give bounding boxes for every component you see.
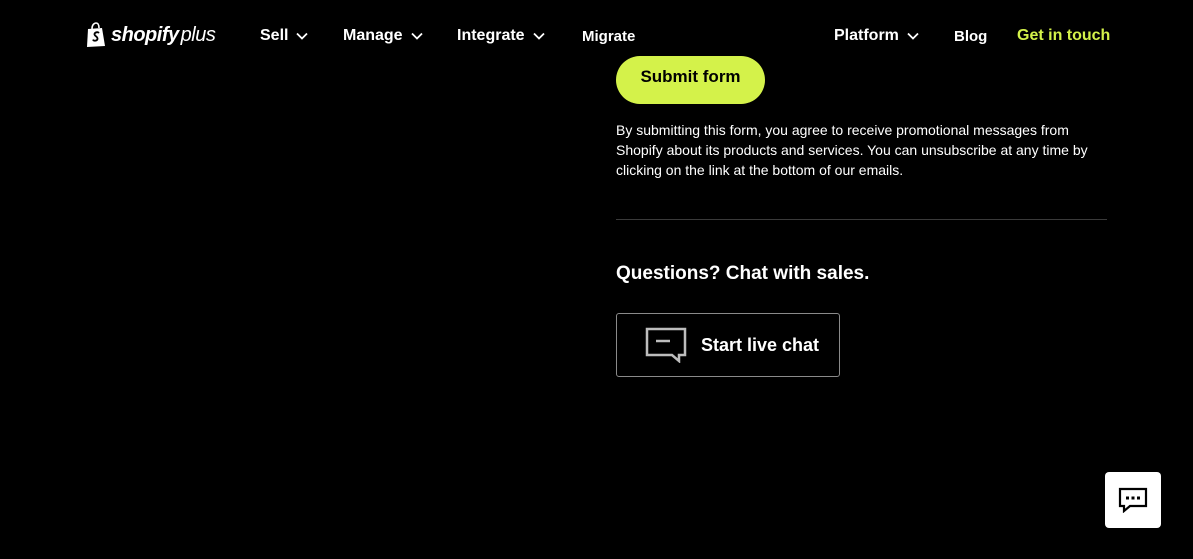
consent-disclaimer: By submitting this form, you agree to re… — [616, 122, 1088, 178]
shopify-bag-icon — [87, 22, 105, 47]
top-navigation: shopify plus Sell Manage Integrate Migra… — [0, 0, 1193, 72]
nav-sell-label: Sell — [260, 27, 289, 44]
nav-sell[interactable]: Sell — [260, 24, 309, 48]
chevron-down-icon — [410, 32, 423, 40]
nav-blog-label: Blog — [954, 27, 988, 45]
chevron-down-icon — [296, 32, 309, 40]
nav-migrate[interactable]: Migrate — [582, 24, 635, 48]
nav-blog[interactable]: Blog — [954, 24, 987, 48]
chat-widget-button[interactable] — [1105, 472, 1161, 528]
nav-manage-label: Manage — [343, 27, 403, 44]
section-divider — [616, 219, 1107, 220]
submit-form-label: Submit form — [640, 66, 741, 86]
start-live-chat-button[interactable]: Start live chat — [616, 313, 840, 377]
sales-chat-heading: Questions? Chat with sales. — [616, 263, 870, 284]
chevron-down-icon — [532, 32, 545, 40]
chevron-down-icon — [907, 32, 919, 40]
logo-suffix: plus — [180, 23, 216, 46]
chat-dots-icon — [1118, 487, 1148, 513]
submit-form-button[interactable]: Submit form — [616, 56, 765, 104]
nav-get-in-touch-label: Get in touch — [1017, 27, 1111, 44]
nav-get-in-touch[interactable]: Get in touch — [1017, 24, 1110, 48]
nav-platform-label: Platform — [834, 27, 899, 44]
start-live-chat-label: Start live chat — [701, 334, 820, 355]
nav-manage[interactable]: Manage — [343, 24, 423, 48]
logo-wordmark: shopify — [111, 23, 179, 46]
nav-integrate-label: Integrate — [457, 27, 525, 44]
chat-bubble-icon — [645, 327, 687, 363]
nav-platform[interactable]: Platform — [834, 24, 919, 48]
nav-migrate-label: Migrate — [582, 27, 636, 45]
shopify-plus-logo[interactable]: shopify plus — [85, 22, 216, 48]
nav-integrate[interactable]: Integrate — [457, 24, 545, 48]
page: shopify plus Sell Manage Integrate Migra… — [0, 0, 1193, 559]
